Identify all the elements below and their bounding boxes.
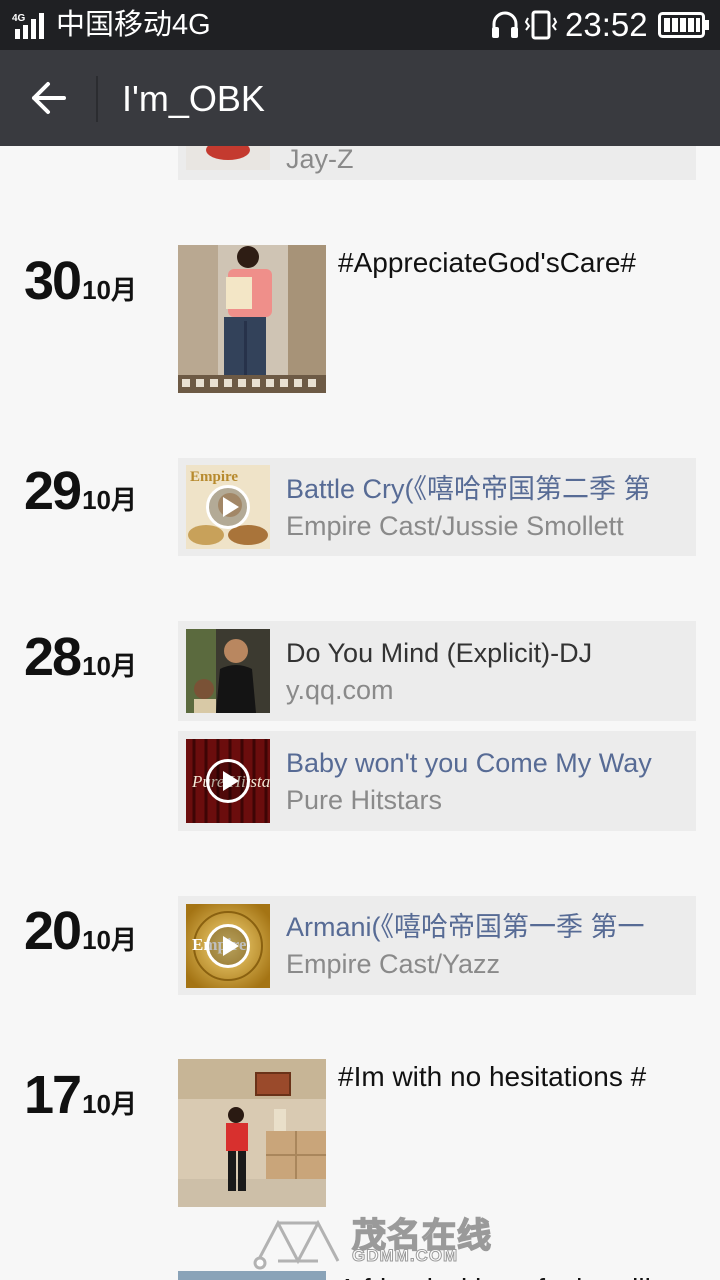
clock: 23:52: [565, 6, 648, 43]
music-card[interactable]: Empire Armani(《嘻哈帝国第一季 第一 Empire Cast/Ya…: [178, 896, 696, 995]
date-label: 2010月: [24, 901, 137, 961]
album-thumbnail: [186, 146, 270, 170]
svg-text:4G: 4G: [12, 13, 26, 24]
post-text: #Im with no hesitations #: [338, 1061, 647, 1092]
carrier-label: 中国移动4G: [56, 9, 211, 41]
watermark-subtext: GDMM.COM: [351, 1246, 459, 1266]
page-title: I'm_OBK: [122, 78, 265, 119]
headset-icon: [492, 11, 518, 38]
date-label: 1710月: [24, 1065, 137, 1125]
link-source: y.qq.com: [286, 675, 394, 705]
vibrate-icon: [524, 10, 558, 40]
music-artist: Pure Hitstars: [286, 785, 443, 815]
music-title: Battle Cry(《嘻哈帝国第二季 第: [286, 474, 651, 504]
post-photo[interactable]: [178, 245, 326, 393]
date-label: 2810月: [24, 627, 137, 687]
svg-text:Empire: Empire: [190, 469, 238, 485]
play-icon: [206, 485, 250, 529]
play-icon: [206, 924, 250, 968]
album-thumbnail: Empire: [186, 904, 270, 988]
moments-feed[interactable]: Jay-Z 3010月 #AppreciateGod'sCare# 2910月 …: [0, 146, 720, 1280]
album-thumbnail: Empire: [186, 465, 270, 549]
album-thumbnail: Pure Hitstars: [186, 739, 270, 823]
music-title: Baby won't you Come My Way: [286, 748, 652, 778]
music-card[interactable]: Pure Hitstars Baby won't you Come My Way…: [178, 731, 696, 831]
post-photo[interactable]: [178, 1059, 326, 1207]
link-card[interactable]: Do You Mind (Explicit)-DJ y.qq.com: [178, 621, 696, 721]
date-label: 3010月: [24, 251, 137, 311]
music-card[interactable]: Empire Battle Cry(《嘻哈帝国第二季 第 Empire Cast…: [178, 458, 696, 556]
music-artist: Jay-Z: [286, 146, 354, 174]
status-bar: 4G 中国移动4G 23:52: [0, 0, 720, 50]
music-artist: Empire Cast/Jussie Smollett: [286, 511, 624, 541]
battery-icon: [658, 12, 709, 38]
play-icon: [206, 759, 250, 803]
date-label: 2910月: [24, 461, 137, 521]
music-title: Armani(《嘻哈帝国第一季 第一: [286, 912, 645, 942]
arrow-left-icon: [32, 82, 66, 114]
link-thumbnail: [186, 629, 270, 713]
music-artist: Empire Cast/Yazz: [286, 949, 501, 979]
post-text: #AppreciateGod'sCare#: [338, 247, 636, 278]
title-bar: I'm_OBK: [0, 50, 720, 146]
signal-icon: 4G: [12, 13, 44, 39]
title-divider: [96, 76, 98, 122]
back-button[interactable]: [22, 72, 76, 124]
music-card-partial[interactable]: Jay-Z: [178, 146, 696, 180]
link-title: Do You Mind (Explicit)-DJ: [286, 638, 593, 668]
